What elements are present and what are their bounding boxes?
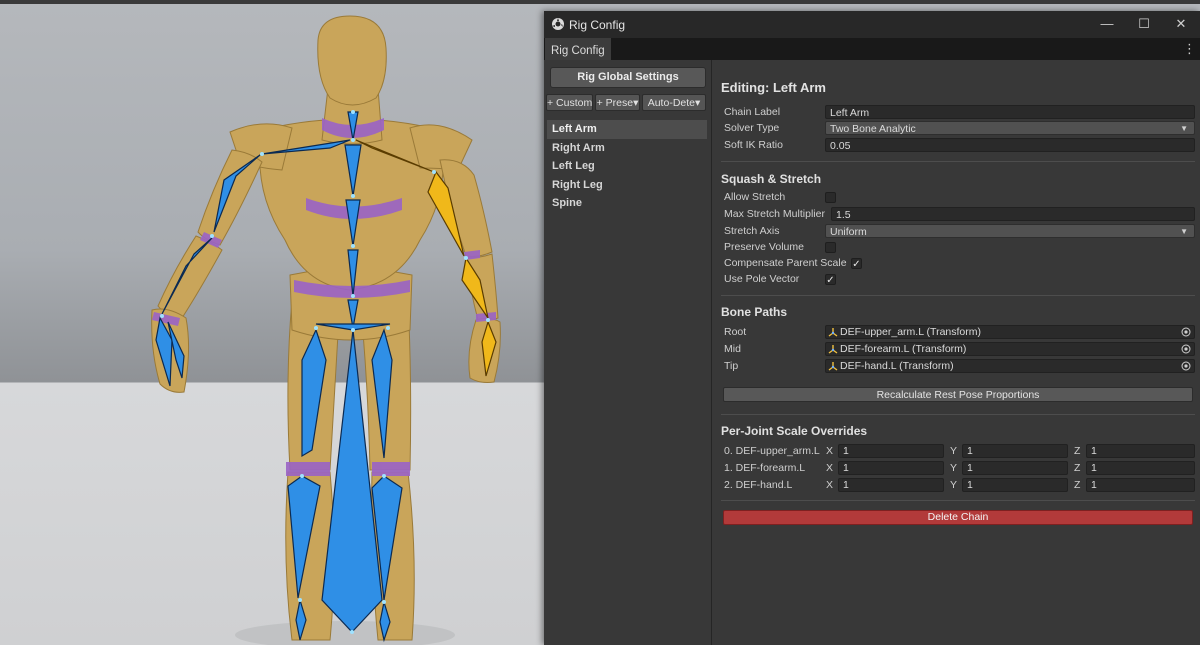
axis-z-label: Z <box>1074 462 1081 474</box>
joint-0-label: 0. DEF-upper_arm.L <box>724 445 820 457</box>
joint-1-y-field[interactable]: 1 <box>962 461 1068 475</box>
dropdown-arrow-icon: ▼ <box>1180 227 1188 236</box>
max-stretch-field[interactable]: 1.5 <box>831 207 1195 221</box>
transform-icon <box>828 362 838 371</box>
section-divider <box>721 295 1195 296</box>
axis-y-label: Y <box>950 445 958 457</box>
stretch-axis-dropdown[interactable]: Uniform ▼ <box>825 224 1195 238</box>
chain-label-field[interactable]: Left Arm <box>825 105 1195 119</box>
unity-logo-icon <box>552 18 564 30</box>
soft-ik-label: Soft IK Ratio <box>724 139 783 151</box>
bone-mid-field[interactable]: DEF-forearm.L (Transform) <box>825 342 1195 356</box>
joint-0-y-field[interactable]: 1 <box>962 444 1068 458</box>
bone-tip-label: Tip <box>724 360 739 372</box>
joint-2-label: 2. DEF-hand.L <box>724 479 793 491</box>
chain-label-label: Chain Label <box>724 106 781 118</box>
transform-icon <box>828 328 838 337</box>
chain-list-panel: Rig Global Settings + Custom + Prese▾ Au… <box>544 60 712 645</box>
object-picker-icon[interactable] <box>1181 344 1191 354</box>
axis-z-label: Z <box>1074 445 1081 457</box>
bone-paths-heading: Bone Paths <box>721 305 788 319</box>
more-options-icon[interactable]: ⋮ <box>1183 40 1196 58</box>
bone-tip-field[interactable]: DEF-hand.L (Transform) <box>825 359 1195 373</box>
compensate-parent-checkbox[interactable]: ✓ <box>851 258 862 270</box>
head-mesh <box>317 15 387 106</box>
squash-stretch-heading: Squash & Stretch <box>721 172 822 186</box>
mannequin-body <box>151 15 501 641</box>
joint-0-z-field[interactable]: 1 <box>1086 444 1195 458</box>
chain-item-left-leg[interactable]: Left Leg <box>547 157 707 176</box>
axis-y-label: Y <box>950 479 958 491</box>
chain-item-right-leg[interactable]: Right Leg <box>547 176 707 195</box>
solver-type-value: Two Bone Analytic <box>830 123 916 135</box>
use-pole-vector-checkbox[interactable]: ✓ <box>825 274 836 286</box>
tab-bar: Rig Config ⋮ <box>544 38 1200 60</box>
stretch-axis-value: Uniform <box>830 226 867 238</box>
chain-toolbar: + Custom + Prese▾ Auto-Dete▾ <box>546 94 709 111</box>
preserve-volume-label: Preserve Volume <box>724 241 804 253</box>
bone-tip-value: DEF-hand.L (Transform) <box>840 360 954 372</box>
add-custom-chain-button[interactable]: + Custom <box>546 94 593 111</box>
chain-list: Left Arm Right Arm Left Leg Right Leg Sp… <box>547 120 707 213</box>
axis-x-label: X <box>826 479 834 491</box>
allow-stretch-label: Allow Stretch <box>724 191 786 203</box>
window-titlebar[interactable]: Rig Config — ☐ ✕ <box>544 11 1200 38</box>
rig-config-window: Rig Config — ☐ ✕ Rig Config ⋮ Rig Global… <box>544 11 1200 645</box>
joint-1-label: 1. DEF-forearm.L <box>724 462 806 474</box>
character-rig-preview[interactable] <box>0 0 560 645</box>
window-title: Rig Config <box>569 18 626 32</box>
object-picker-icon[interactable] <box>1181 327 1191 337</box>
joint-0-x-field[interactable]: 1 <box>838 444 944 458</box>
stretch-axis-label: Stretch Axis <box>724 225 780 237</box>
add-preset-dropdown[interactable]: + Prese▾ <box>595 94 640 111</box>
delete-chain-button[interactable]: Delete Chain <box>723 510 1193 525</box>
transform-icon <box>828 345 838 354</box>
auto-detect-dropdown[interactable]: Auto-Dete▾ <box>642 94 706 111</box>
bone-root-field[interactable]: DEF-upper_arm.L (Transform) <box>825 325 1195 339</box>
editor-heading: Editing: Left Arm <box>721 80 826 95</box>
checkmark-icon: ✓ <box>826 275 835 286</box>
joint-1-x-field[interactable]: 1 <box>838 461 944 475</box>
chain-item-right-arm[interactable]: Right Arm <box>547 139 707 158</box>
compensate-parent-label: Compensate Parent Scale <box>724 257 847 269</box>
axis-z-label: Z <box>1074 479 1081 491</box>
joint-2-z-field[interactable]: 1 <box>1086 478 1195 492</box>
left-forearm-mesh <box>157 235 223 319</box>
section-divider <box>721 414 1195 415</box>
joint-2-y-field[interactable]: 1 <box>962 478 1068 492</box>
left-upper-arm-mesh <box>197 149 263 246</box>
axis-x-label: X <box>826 462 834 474</box>
joint-1-z-field[interactable]: 1 <box>1086 461 1195 475</box>
allow-stretch-checkbox[interactable] <box>825 192 836 203</box>
use-pole-vector-label: Use Pole Vector <box>724 273 800 285</box>
joint-2-x-field[interactable]: 1 <box>838 478 944 492</box>
bone-mid-label: Mid <box>724 343 741 355</box>
bone-mid-value: DEF-forearm.L (Transform) <box>840 343 967 355</box>
solver-type-label: Solver Type <box>724 122 780 134</box>
section-divider <box>721 161 1195 162</box>
recalculate-rest-pose-button[interactable]: Recalculate Rest Pose Proportions <box>723 387 1193 402</box>
section-divider <box>721 500 1195 501</box>
preserve-volume-checkbox[interactable] <box>825 242 836 253</box>
bone-root-value: DEF-upper_arm.L (Transform) <box>840 326 982 338</box>
checkmark-icon: ✓ <box>852 259 861 270</box>
chain-item-left-arm[interactable]: Left Arm <box>547 120 707 139</box>
maximize-button[interactable]: ☐ <box>1129 15 1159 33</box>
minimize-button[interactable]: — <box>1092 15 1122 33</box>
rig-global-settings-button[interactable]: Rig Global Settings <box>550 67 706 88</box>
chain-editor-panel: Editing: Left Arm Chain Label Left Arm S… <box>712 60 1200 645</box>
tab-rig-config[interactable]: Rig Config <box>545 38 611 60</box>
chain-item-spine[interactable]: Spine <box>547 194 707 213</box>
dropdown-arrow-icon: ▼ <box>1180 124 1188 133</box>
max-stretch-label: Max Stretch Multiplier <box>724 208 825 220</box>
bone-root-label: Root <box>724 326 747 338</box>
soft-ik-field[interactable]: 0.05 <box>825 138 1195 152</box>
axis-x-label: X <box>826 445 834 457</box>
close-button[interactable]: ✕ <box>1166 15 1196 33</box>
solver-type-dropdown[interactable]: Two Bone Analytic ▼ <box>825 121 1195 135</box>
axis-y-label: Y <box>950 462 958 474</box>
scale-overrides-heading: Per-Joint Scale Overrides <box>721 424 868 438</box>
object-picker-icon[interactable] <box>1181 361 1191 371</box>
